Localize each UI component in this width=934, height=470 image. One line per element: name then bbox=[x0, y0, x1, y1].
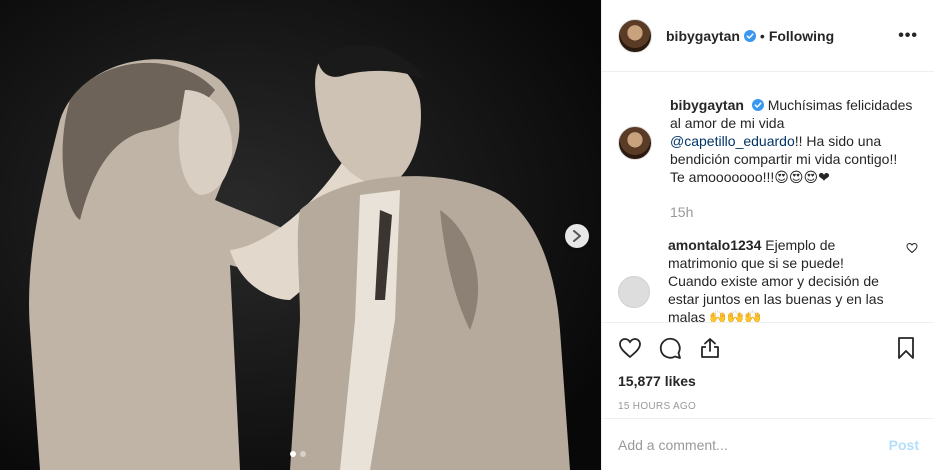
caption-time[interactable]: 15h bbox=[670, 204, 915, 220]
likes-count[interactable]: 15,877 likes bbox=[618, 373, 918, 389]
add-comment-bar: Post bbox=[602, 418, 934, 470]
post-header: bibygaytan • Following ••• bbox=[602, 0, 934, 72]
carousel-next-button[interactable] bbox=[565, 224, 589, 248]
commenter-avatar[interactable] bbox=[618, 276, 650, 308]
following-button[interactable]: Following bbox=[769, 28, 834, 44]
comments-section: bibygaytan Muchísimas felicidades al amo… bbox=[602, 72, 934, 322]
caption-text: bibygaytan Muchísimas felicidades al amo… bbox=[670, 96, 915, 186]
comment-text: amontalo1234 Ejemplo de matrimonio que s… bbox=[668, 236, 888, 322]
author-username[interactable]: bibygaytan bbox=[666, 28, 740, 44]
header-separator: • bbox=[759, 27, 765, 44]
instagram-post-view: bibygaytan • Following ••• bibygaytan Mu… bbox=[0, 0, 934, 470]
author-avatar[interactable] bbox=[618, 18, 652, 53]
like-comment-heart-icon[interactable] bbox=[906, 242, 918, 254]
chevron-right-icon bbox=[573, 230, 581, 242]
caption-username[interactable]: bibygaytan bbox=[670, 97, 744, 113]
carousel-dot bbox=[300, 451, 306, 457]
save-bookmark-icon[interactable] bbox=[894, 336, 918, 360]
comment-item: amontalo1234 Ejemplo de matrimonio que s… bbox=[618, 236, 918, 322]
caption-avatar[interactable] bbox=[618, 126, 652, 160]
post-sidebar: bibygaytan • Following ••• bibygaytan Mu… bbox=[601, 0, 934, 470]
post-actions: 15,877 likes 15 HOURS AGO bbox=[602, 322, 934, 412]
like-heart-icon[interactable] bbox=[618, 336, 642, 360]
caption: bibygaytan Muchísimas felicidades al amo… bbox=[618, 96, 918, 220]
post-timestamp[interactable]: 15 HOURS AGO bbox=[618, 401, 918, 412]
carousel-dots bbox=[290, 451, 306, 457]
verified-badge-icon bbox=[751, 99, 764, 111]
comment-bubble-icon[interactable] bbox=[658, 336, 682, 360]
verified-badge-icon bbox=[743, 29, 756, 42]
comment-input[interactable] bbox=[618, 436, 889, 453]
action-icons-row bbox=[618, 323, 918, 373]
caption-mention[interactable]: @capetillo_eduardo bbox=[670, 133, 795, 149]
commenter-username[interactable]: amontalo1234 bbox=[668, 237, 761, 253]
post-photo[interactable] bbox=[0, 0, 601, 470]
more-options-icon[interactable]: ••• bbox=[898, 27, 918, 45]
post-comment-button[interactable]: Post bbox=[889, 437, 919, 453]
photo-image bbox=[0, 0, 601, 470]
carousel-dot-active bbox=[290, 451, 296, 457]
share-icon[interactable] bbox=[698, 336, 722, 360]
